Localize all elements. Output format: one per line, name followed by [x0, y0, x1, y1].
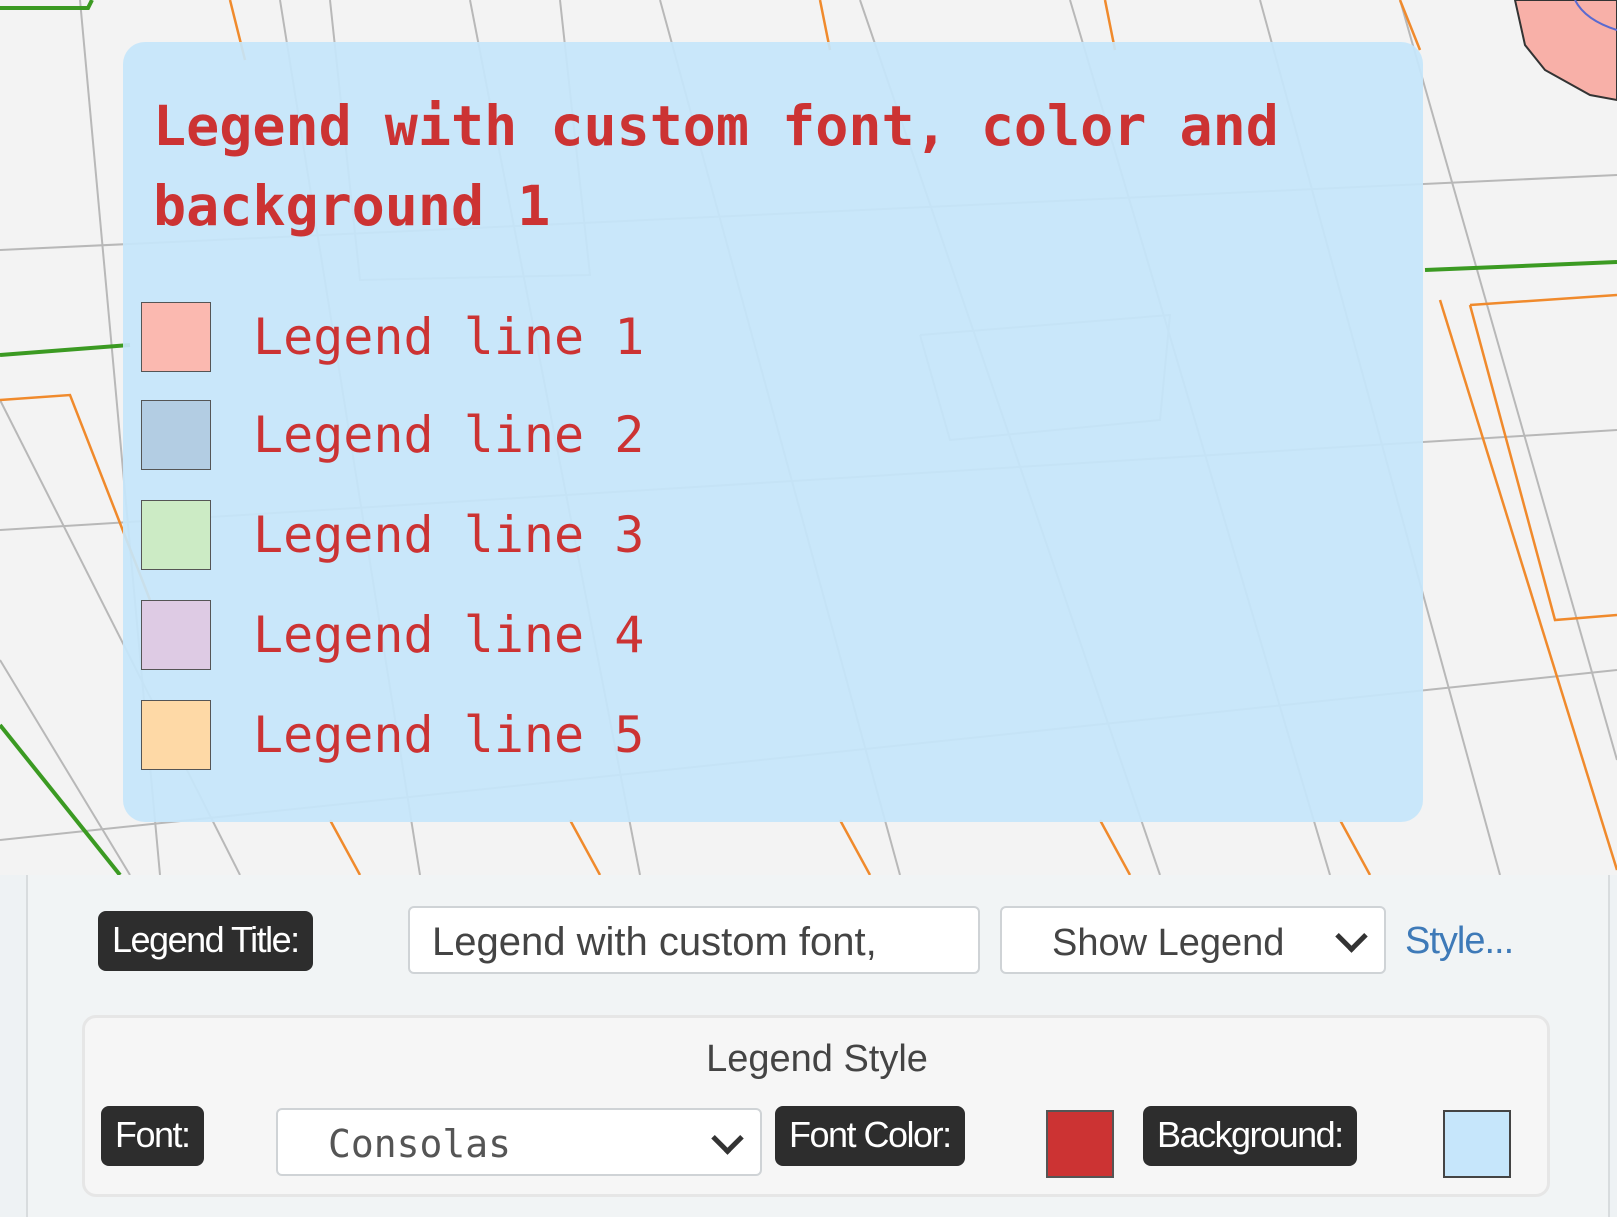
font-color-label: Font Color: [775, 1106, 965, 1166]
legend-swatch [141, 500, 211, 570]
legend-title-label: Legend Title: [98, 911, 313, 971]
legend-item-label: Legend line 4 [253, 606, 645, 664]
legend-swatch [141, 600, 211, 670]
font-label: Font: [101, 1106, 204, 1166]
legend-item-label: Legend line 5 [253, 706, 645, 764]
chevron-down-icon [711, 1122, 744, 1155]
legend-swatch [141, 302, 211, 372]
background-color-picker[interactable] [1443, 1110, 1511, 1178]
legend-swatch [141, 400, 211, 470]
legend-item: Legend line 5 [141, 700, 941, 772]
map-canvas[interactable]: Legend with custom font, color and backg… [0, 0, 1617, 875]
legend-item: Legend line 1 [141, 302, 941, 374]
legend-item: Legend line 2 [141, 400, 941, 472]
font-select-value: Consolas [328, 1122, 512, 1166]
legend-item: Legend line 3 [141, 500, 941, 572]
background-label: Background: [1143, 1106, 1357, 1166]
legend-title: Legend with custom font, color and backg… [153, 94, 1279, 238]
font-select[interactable]: Consolas [276, 1108, 762, 1176]
legend-title-input[interactable]: Legend with custom font, [408, 906, 980, 974]
show-legend-select[interactable]: Show Legend [1000, 906, 1386, 974]
legend-swatch [141, 700, 211, 770]
legend-item-label: Legend line 2 [253, 406, 645, 464]
legend-item: Legend line 4 [141, 600, 941, 672]
map-legend: Legend with custom font, color and backg… [123, 42, 1423, 822]
legend-item-label: Legend line 3 [253, 506, 645, 564]
legend-title-input-value: Legend with custom font, [432, 920, 877, 964]
legend-style-heading: Legend Style [706, 1038, 928, 1080]
style-link[interactable]: Style... [1405, 920, 1514, 963]
chevron-down-icon [1335, 920, 1368, 953]
font-color-picker[interactable] [1046, 1110, 1114, 1178]
show-legend-value: Show Legend [1052, 922, 1285, 964]
legend-item-label: Legend line 1 [253, 308, 645, 366]
